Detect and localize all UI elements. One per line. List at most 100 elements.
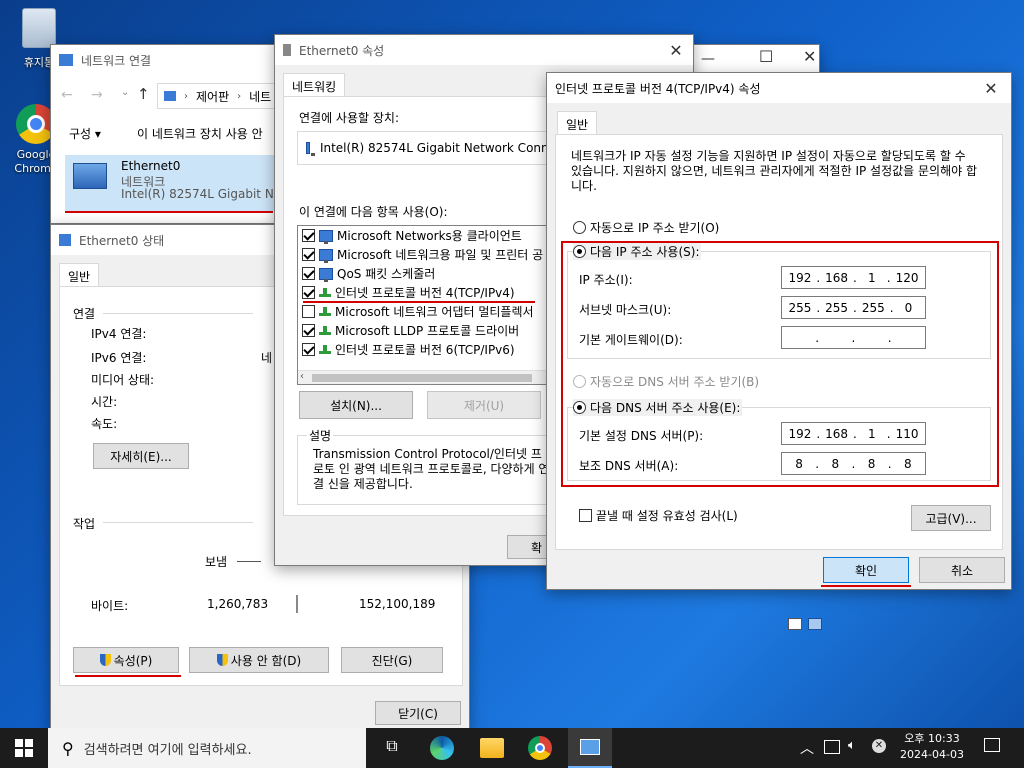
validate-checkbox[interactable] — [579, 509, 592, 522]
diagnose-button[interactable]: 진단(G) — [341, 647, 443, 673]
network-component-icon — [319, 248, 333, 263]
tab-general[interactable]: 일반 — [59, 263, 100, 287]
properties-highlight-line — [75, 675, 181, 677]
toolbar-disable[interactable]: 이 네트워크 장치 사용 안 — [137, 125, 263, 142]
network-tray-icon[interactable] — [824, 740, 840, 754]
volume-muted-icon[interactable]: 🔈︎ — [848, 738, 856, 753]
component-item[interactable]: Microsoft Networks용 클라이언트 — [298, 226, 556, 245]
component-checkbox[interactable] — [302, 343, 315, 356]
install-button[interactable]: 설치(N)... — [299, 391, 413, 419]
ipv4-label: IPv4 연결: — [91, 327, 147, 341]
component-checkbox[interactable] — [302, 324, 315, 337]
details-view-icon[interactable] — [788, 618, 802, 630]
search-box[interactable]: ⚲ 검색하려면 여기에 입력하세요. — [48, 728, 366, 768]
ok-button[interactable]: 확인 — [823, 557, 909, 583]
clock-time: 오후 10:33 — [904, 732, 960, 745]
connect-using-label: 연결에 사용할 장치: — [299, 111, 399, 125]
remove-button: 제거(U) — [427, 391, 541, 419]
component-item[interactable]: 인터넷 프로토콜 버전 6(TCP/IPv6) — [298, 340, 556, 359]
disable-button[interactable]: 사용 안 함(D) — [189, 647, 329, 673]
task-view-icon[interactable]: ⧉ — [380, 736, 404, 760]
minimize-button[interactable]: — — [701, 51, 715, 67]
horizontal-scrollbar[interactable]: ‹ — [298, 370, 556, 384]
advanced-button[interactable]: 고급(V)... — [911, 505, 991, 531]
action-center-icon[interactable] — [984, 738, 1000, 752]
component-checkbox[interactable] — [302, 267, 315, 280]
component-checkbox[interactable] — [302, 229, 315, 242]
tab-networking[interactable]: 네트워킹 — [283, 73, 346, 97]
time-label: 시간: — [91, 395, 118, 409]
component-checkbox[interactable] — [302, 305, 315, 318]
back-arrow-icon[interactable]: ← — [61, 87, 73, 103]
network-component-icon — [319, 267, 333, 282]
details-button[interactable]: 자세히(E)... — [93, 443, 189, 469]
component-item[interactable]: QoS 패킷 스케줄러 — [298, 264, 556, 283]
bytes-sent: 1,260,783 — [207, 597, 269, 611]
media-state-label: 미디어 상태: — [91, 373, 155, 387]
breadcrumb-network[interactable]: 네트 — [249, 88, 271, 105]
network-connections-icon — [580, 739, 600, 755]
properties-button[interactable]: 속성(P) — [73, 647, 179, 673]
cancel-button[interactable]: 취소 — [919, 557, 1005, 583]
forward-arrow-icon[interactable]: → — [91, 87, 103, 103]
chrome-taskbar-icon[interactable] — [528, 736, 552, 760]
network-connections-taskbar-item[interactable] — [568, 728, 612, 768]
window-title: 인터넷 프로토콜 버전 4(TCP/IPv4) 속성 — [555, 81, 761, 96]
start-button[interactable] — [0, 728, 48, 768]
component-item[interactable]: 인터넷 프로토콜 버전 4(TCP/IPv4) — [298, 283, 556, 302]
red-highlight-box — [561, 241, 999, 487]
protocol-icon — [319, 344, 331, 355]
edge-icon[interactable] — [430, 736, 454, 760]
ipv6-value: 네 — [261, 351, 273, 365]
validate-option[interactable]: 끝낼 때 설정 유효성 검사(L) — [579, 507, 738, 524]
sent-label: 보냄 — [205, 555, 228, 569]
large-icons-view-icon[interactable] — [808, 618, 822, 630]
adapter-name: Ethernet0 — [121, 159, 181, 173]
component-label: Microsoft 네트워크 어댑터 멀티플렉서 — [335, 305, 534, 319]
auto-ip-label: 자동으로 IP 주소 받기(O) — [590, 221, 720, 235]
ok-highlight-line — [821, 585, 911, 587]
chevron-down-icon[interactable]: ⌄ — [121, 87, 129, 98]
disable-label: 사용 안 함(D) — [230, 653, 302, 668]
close-button[interactable]: ✕ — [659, 35, 693, 65]
component-item[interactable]: Microsoft 네트워크 어댑터 멀티플렉서 — [298, 302, 556, 321]
up-arrow-icon[interactable]: ↑ — [137, 85, 150, 103]
component-checkbox[interactable] — [302, 248, 315, 261]
intro-text: 네트워크가 IP 자동 설정 기능을 지원하면 IP 설정이 자동으로 할당되도… — [571, 149, 978, 193]
component-label: 인터넷 프로토콜 버전 4(TCP/IPv4) — [335, 286, 515, 300]
tab-general[interactable]: 일반 — [557, 111, 598, 135]
status-close-button[interactable]: 닫기(C) — [375, 701, 461, 725]
auto-ip-option[interactable]: 자동으로 IP 주소 받기(O) — [573, 219, 719, 236]
component-item[interactable]: Microsoft 네트워크용 파일 및 프린터 공 — [298, 245, 556, 264]
shield-icon — [216, 654, 228, 666]
show-hidden-icons[interactable]: ︿ — [800, 738, 814, 758]
adapter-device: Intel(R) 82574L Gigabit Netw — [121, 187, 296, 201]
items-list[interactable]: Microsoft Networks용 클라이언트 Microsoft 네트워크용… — [297, 225, 557, 385]
close-button[interactable]: ✕ — [971, 73, 1011, 103]
description-text: Transmission Control Protocol/인터넷 프로토 인 … — [313, 447, 550, 491]
component-checkbox[interactable] — [302, 286, 315, 299]
auto-ip-radio[interactable] — [573, 221, 586, 234]
ethernet-properties-titlebar: Ethernet0 속성 — [275, 35, 693, 65]
clock[interactable]: 오후 10:33 2024-04-03 — [890, 731, 974, 763]
notification-x-icon[interactable]: ✕ — [872, 739, 886, 753]
breadcrumb[interactable]: › 제어판 › 네트 — [157, 83, 277, 109]
component-item[interactable]: Microsoft LLDP 프로토콜 드라이버 — [298, 321, 556, 340]
search-icon: ⚲ — [62, 738, 74, 758]
breadcrumb-control-panel[interactable]: 제어판 — [196, 88, 229, 105]
view-icons[interactable] — [788, 618, 830, 632]
maximize-button[interactable]: ☐ — [759, 47, 773, 66]
address-bar: ← → ⌄ ↑ › 제어판 › 네트 — [51, 83, 277, 109]
adapter-item[interactable]: Ethernet0 네트워크 Intel(R) 82574L Gigabit N… — [65, 155, 296, 211]
bytes-divider — [296, 595, 298, 613]
ethernet-adapter-icon — [73, 163, 107, 189]
clock-date: 2024-04-03 — [900, 748, 964, 761]
network-component-icon — [319, 229, 333, 244]
window-title: Ethernet0 상태 — [79, 233, 165, 248]
window-title: 네트워크 연결 — [81, 53, 152, 68]
component-label: Microsoft Networks용 클라이언트 — [337, 229, 522, 243]
toolbar-organize[interactable]: 구성 ▾ — [69, 125, 101, 142]
close-button[interactable]: ✕ — [803, 47, 816, 66]
properties-ok-button[interactable]: 확 — [507, 535, 547, 559]
file-explorer-icon[interactable] — [480, 738, 504, 758]
